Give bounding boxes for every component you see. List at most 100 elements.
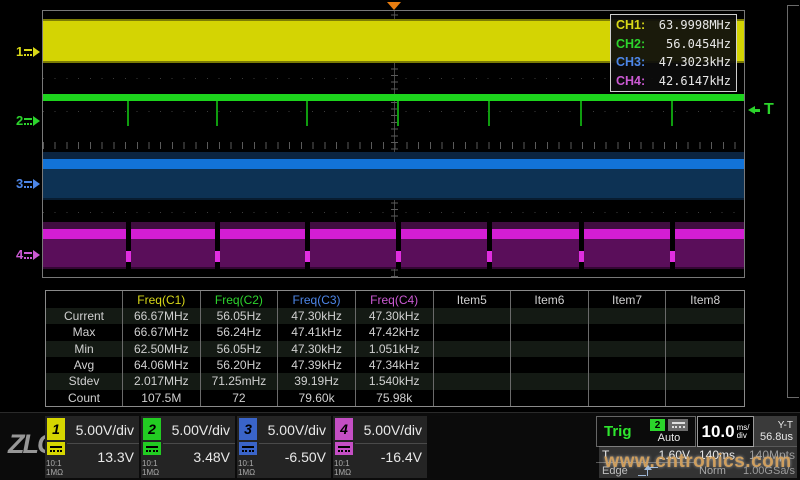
channel1-position-marker[interactable]: 1 <box>16 44 42 59</box>
channel2-settings[interactable]: 2 10:1 1MΩ 5.00V/div 3.48V <box>141 416 235 478</box>
trigger-source-area: 2 Auto <box>643 417 695 446</box>
column-header-item8: Item8 <box>666 291 744 308</box>
channel1-offset: 13.3V <box>67 444 139 470</box>
frequency-counter-overlay: CH1: 63.9998MHz CH2: 56.0454Hz CH3: 47.3… <box>610 14 737 92</box>
channel4-gap <box>215 222 220 269</box>
channel4-badges: 4 10:1 1MΩ <box>333 416 355 478</box>
table-cell: 56.05Hz <box>201 308 279 324</box>
freq-row-ch2: CH2: 56.0454Hz <box>616 35 731 54</box>
channel2-position-marker[interactable]: 2 <box>16 113 42 128</box>
channel4-settings[interactable]: 4 10:1 1MΩ 5.00V/div -16.4V <box>333 416 427 478</box>
channel2-values: 5.00V/div 3.48V <box>163 416 235 478</box>
channel1-marker-label: 1 <box>16 44 23 59</box>
table-cell <box>511 308 589 324</box>
channel3-position-marker[interactable]: 3 <box>16 176 42 191</box>
channel4-gap <box>396 222 401 269</box>
trigger-source-badge[interactable]: 2 <box>650 419 665 431</box>
freq-row-ch1: CH1: 63.9998MHz <box>616 16 731 35</box>
table-corner-cell <box>46 291 123 308</box>
channel2-spike <box>127 101 129 126</box>
side-panel-edge <box>787 5 799 398</box>
table-cell <box>434 324 512 340</box>
timebase-box: 10.0 ms/div Y-T 56.8us <box>697 416 797 447</box>
table-cell <box>666 373 744 389</box>
measurement-table: Freq(C1) Freq(C2) Freq(C3) Freq(C4) Item… <box>45 290 745 407</box>
channel4-number-badge[interactable]: 4 <box>335 418 353 440</box>
table-cell <box>666 341 744 357</box>
table-cell <box>666 357 744 373</box>
arrow-left-stem <box>755 109 760 112</box>
channel2-spike <box>216 101 218 126</box>
dc-coupling-icon <box>24 181 32 188</box>
channel4-gap-pulse <box>215 251 220 262</box>
dc-coupling-icon <box>47 442 65 455</box>
table-cell <box>434 341 512 357</box>
channel4-gap-pulse <box>579 251 584 262</box>
trigger-box[interactable]: Trig 2 Auto <box>596 416 696 447</box>
channel2-spike <box>397 101 399 126</box>
table-cell <box>511 357 589 373</box>
channel4-position-marker[interactable]: 4 <box>16 247 42 262</box>
channel4-impedance: 1MΩ <box>333 468 355 477</box>
channel1-impedance: 1MΩ <box>45 468 67 477</box>
trigger-mode: Auto <box>658 432 681 444</box>
channel3-scale: 5.00V/div <box>259 416 331 444</box>
channel2-badges: 2 10:1 1MΩ <box>141 416 163 478</box>
freq-value-ch1: 63.9998MHz <box>659 18 731 32</box>
channel2-offset: 3.48V <box>163 444 235 470</box>
trigger-delay: 56.8us <box>760 431 793 443</box>
channel3-offset: -6.50V <box>259 444 331 470</box>
trigger-level-marker[interactable]: T <box>748 101 774 119</box>
dc-coupling-icon <box>24 118 32 125</box>
table-cell: 71.25mHz <box>201 373 279 389</box>
channel4-marker-label: 4 <box>16 247 23 262</box>
timebase-scale-box[interactable]: 10.0 ms/div <box>697 416 754 447</box>
channel4-gap-pulse <box>126 251 131 262</box>
arrow-right-icon <box>33 116 40 126</box>
table-cell <box>434 390 512 406</box>
channel1-number-badge[interactable]: 1 <box>47 418 65 440</box>
table-cell <box>666 324 744 340</box>
channel2-spike <box>488 101 490 126</box>
table-cell <box>589 357 667 373</box>
channel4-waveform-dim <box>43 239 744 269</box>
table-cell: 47.30kHz <box>356 308 434 324</box>
channel4-gap-pulse <box>305 251 310 262</box>
channel4-gap <box>487 222 492 269</box>
timebase-unit: ms/div <box>737 424 750 440</box>
channel3-settings[interactable]: 3 10:1 1MΩ 5.00V/div -6.50V <box>237 416 331 478</box>
channel4-gap-pulse <box>487 251 492 262</box>
freq-value-ch3: 47.3023kHz <box>659 55 731 69</box>
table-cell <box>434 308 512 324</box>
table-cell <box>589 390 667 406</box>
channel3-number-badge[interactable]: 3 <box>239 418 257 440</box>
channel2-waveform <box>43 94 744 101</box>
freq-label-ch4: CH4: <box>616 74 645 88</box>
dc-coupling-icon <box>239 442 257 455</box>
freq-row-ch4: CH4: 42.6147kHz <box>616 72 731 91</box>
table-cell <box>589 341 667 357</box>
watermark: www.cntronics.com <box>599 446 797 478</box>
channel1-values: 5.00V/div 13.3V <box>67 416 139 478</box>
trigger-badges: 2 <box>650 419 688 431</box>
channel3-waveform-fuzz <box>43 152 744 159</box>
channel1-settings[interactable]: 1 10:1 1MΩ 5.00V/div 13.3V <box>45 416 139 478</box>
column-header-freq-c4: Freq(C4) <box>356 291 434 308</box>
table-cell: 47.34kHz <box>356 357 434 373</box>
freq-value-ch4: 42.6147kHz <box>659 74 731 88</box>
display-mode: Y-T <box>778 420 793 431</box>
row-label-stdev: Stdev <box>46 373 123 389</box>
freq-label-ch2: CH2: <box>616 37 645 51</box>
trigger-position-marker[interactable] <box>387 2 401 10</box>
table-cell: 79.60k <box>278 390 356 406</box>
table-cell <box>666 390 744 406</box>
channel2-number-badge[interactable]: 2 <box>143 418 161 440</box>
channel2-spike <box>671 101 673 126</box>
table-cell <box>511 324 589 340</box>
channel4-gap <box>126 222 131 269</box>
column-header-item5: Item5 <box>434 291 512 308</box>
arrow-right-icon <box>33 179 40 189</box>
channel3-probe-ratio: 10:1 <box>237 459 259 468</box>
channel2-scale: 5.00V/div <box>163 416 235 444</box>
timebase-scale: 10.0 <box>702 422 735 442</box>
